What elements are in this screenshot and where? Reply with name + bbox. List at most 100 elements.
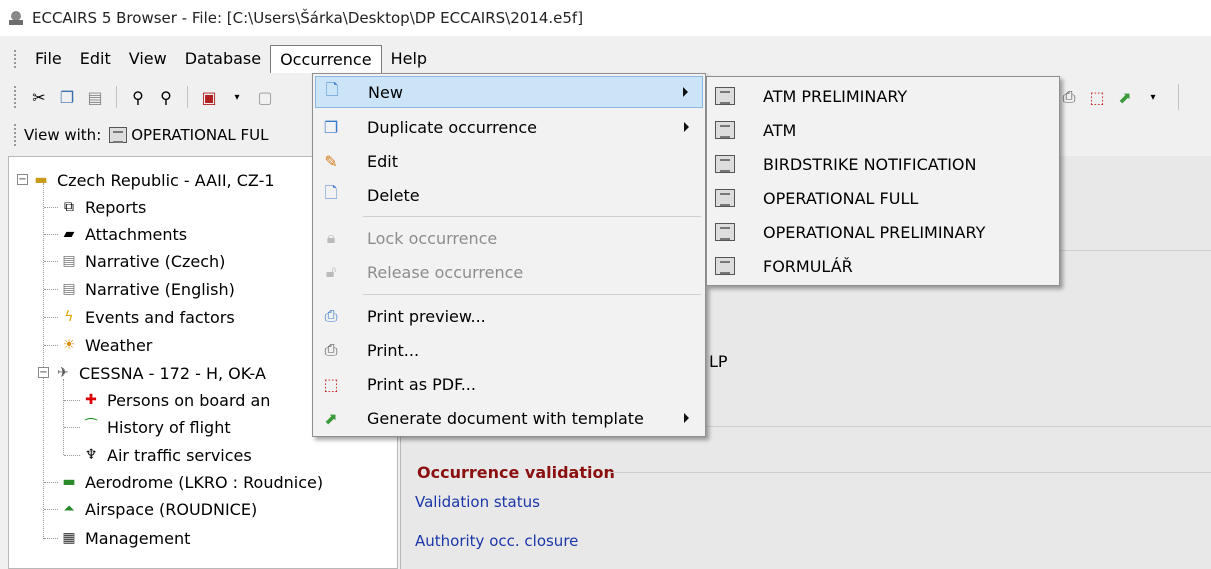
submenu-item-operational-preliminary[interactable]: OPERATIONAL PRELIMINARY xyxy=(709,215,1057,249)
menu-item-print-preview[interactable]: ⎙ Print preview... xyxy=(315,300,703,332)
menu-item-delete[interactable]: 🗋 Delete xyxy=(315,179,703,211)
submenu-item-atm-preliminary[interactable]: ATM PRELIMINARY xyxy=(709,79,1057,113)
tree-item-weather[interactable]: ☀ Weather xyxy=(59,332,153,358)
weather-icon: ☀ xyxy=(62,337,76,353)
toolbar-separator xyxy=(116,86,117,108)
unlock-icon: 🔓︎ xyxy=(325,262,337,281)
menu-occurrence[interactable]: Occurrence xyxy=(270,45,382,73)
detail-fragment: LP xyxy=(709,352,728,371)
taxonomy-view-icon xyxy=(715,257,735,275)
first-aid-icon: ✚ xyxy=(85,392,97,408)
radio-tower-icon: ♆ xyxy=(84,447,98,463)
copy-icon[interactable]: ❐ xyxy=(56,86,78,108)
runway-icon: ▬ xyxy=(62,474,76,490)
menu-item-print-pdf[interactable]: ⬚ Print as PDF... xyxy=(315,368,703,400)
toolbar-right: ⎙ ⬚ ⬈ ▾ xyxy=(1058,80,1179,114)
narrative-icon: ▤ xyxy=(62,253,76,269)
taxonomy-view-icon xyxy=(109,127,128,143)
menubar-grip[interactable] xyxy=(14,50,18,68)
submenu-arrow-icon xyxy=(684,413,689,423)
menu-edit[interactable]: Edit xyxy=(71,45,120,73)
menu-item-duplicate[interactable]: ❐ Duplicate occurrence xyxy=(315,111,703,143)
tree-item-ats[interactable]: ♆ Air traffic services xyxy=(81,442,252,468)
tree-item-airspace[interactable]: ⏶ Airspace (ROUDNICE) xyxy=(59,496,257,522)
narrative-icon: ▤ xyxy=(62,281,76,297)
airspace-icon: ⏶ xyxy=(63,501,75,517)
tree-root[interactable]: ▬ Czech Republic - AAII, CZ-1 xyxy=(31,167,274,193)
tree-item-narrative-czech[interactable]: ▤ Narrative (Czech) xyxy=(59,248,225,274)
menu-item-lock[interactable]: 🔒︎ Lock occurrence xyxy=(315,222,703,254)
paste-icon[interactable]: ▤ xyxy=(84,86,106,108)
reports-icon: ⧉ xyxy=(64,199,74,215)
lightning-icon: ϟ xyxy=(64,309,74,325)
dropdown-arrow-icon[interactable]: ▾ xyxy=(226,86,248,108)
submenu-arrow-icon xyxy=(684,122,689,132)
menu-separator xyxy=(363,294,701,295)
query-icon[interactable]: ▣ xyxy=(198,86,220,108)
view-with-select[interactable]: OPERATIONAL FUL xyxy=(131,126,268,144)
pdf-icon[interactable]: ⬚ xyxy=(1086,86,1108,108)
submenu-item-formular[interactable]: FORMULÁŘ xyxy=(709,249,1057,283)
submenu-item-operational-full[interactable]: OPERATIONAL FULL xyxy=(709,181,1057,215)
pdf-icon: ⬚ xyxy=(323,374,339,394)
new-submenu: ATM PRELIMINARY ATM BIRDSTRIKE NOTIFICAT… xyxy=(706,76,1060,286)
dropdown-arrow-icon[interactable]: ▾ xyxy=(1142,86,1164,108)
menu-help[interactable]: Help xyxy=(382,45,436,73)
tree-item-events[interactable]: ϟ Events and factors xyxy=(59,304,234,330)
window-title: ECCAIRS 5 Browser - File: [C:\Users\Šárk… xyxy=(32,9,584,27)
printer-icon[interactable]: ⎙ xyxy=(1058,86,1080,108)
duplicate-icon: ❐ xyxy=(323,117,339,137)
menu-database[interactable]: Database xyxy=(176,45,270,73)
menu-item-generate-template[interactable]: ⬈ Generate document with template xyxy=(315,402,703,434)
submenu-arrow-icon xyxy=(683,87,688,97)
tree-item-history-flight[interactable]: ⁀ History of flight xyxy=(81,414,230,440)
collapse-icon[interactable]: − xyxy=(17,174,28,185)
view-with-label: View with: xyxy=(24,126,102,144)
management-icon: ▦ xyxy=(62,530,76,546)
menu-view[interactable]: View xyxy=(120,45,176,73)
delete-icon: 🗋 xyxy=(324,182,338,202)
menu-item-release[interactable]: 🔓︎ Release occurrence xyxy=(315,256,703,288)
menu-item-print[interactable]: ⎙ Print... xyxy=(315,334,703,366)
submenu-item-birdstrike[interactable]: BIRDSTRIKE NOTIFICATION xyxy=(709,147,1057,181)
taxonomy-view-icon xyxy=(715,87,735,105)
link-authority-closure[interactable]: Authority occ. closure xyxy=(415,532,578,550)
tree-item-management[interactable]: ▦ Management xyxy=(59,525,190,551)
new-occurrence-icon: 🗋 xyxy=(325,79,339,99)
viewbar-grip[interactable] xyxy=(14,124,18,146)
taxonomy-view-icon xyxy=(715,121,735,139)
taxonomy-view-icon xyxy=(715,223,735,241)
lock-icon: 🔒︎ xyxy=(326,228,336,247)
link-validation-status[interactable]: Validation status xyxy=(415,493,540,511)
title-bar: ECCAIRS 5 Browser - File: [C:\Users\Šárk… xyxy=(0,0,1211,36)
find-icon[interactable]: ⚲ xyxy=(127,86,149,108)
toolbar-separator xyxy=(187,86,188,108)
tree-item-aerodrome[interactable]: ▬ Aerodrome (LKRO : Roudnice) xyxy=(59,469,323,495)
menu-file[interactable]: File xyxy=(26,45,71,73)
tree-item-attachments[interactable]: ▰ Attachments xyxy=(59,221,188,247)
open-icon[interactable]: ▢ xyxy=(254,86,276,108)
tree-item-persons[interactable]: ✚ Persons on board an xyxy=(81,387,270,413)
tree-item-reports[interactable]: ⧉ Reports xyxy=(59,194,146,220)
section-divider xyxy=(611,472,1211,473)
edit-icon: ✎ xyxy=(324,151,338,171)
occurrence-menu: 🗋 New ❐ Duplicate occurrence ✎ Edit 🗋 De… xyxy=(312,73,706,437)
taxonomy-view-icon xyxy=(715,155,735,173)
menu-item-new[interactable]: 🗋 New xyxy=(315,76,703,108)
taxonomy-view-icon xyxy=(715,189,735,207)
template-icon[interactable]: ⬈ xyxy=(1114,86,1136,108)
app-icon xyxy=(8,10,24,26)
flight-path-icon: ⁀ xyxy=(85,419,97,435)
printer-icon: ⎙ xyxy=(324,340,338,359)
toolbar-grip[interactable] xyxy=(14,86,18,108)
menu-bar: File Edit View Database Occurrence Help xyxy=(0,44,1211,74)
toolbar-end xyxy=(1178,84,1179,110)
tree-item-aircraft[interactable]: ✈ CESSNA - 172 - H, OK-A xyxy=(53,360,266,386)
print-preview-icon: ⎙ xyxy=(324,306,338,325)
cut-icon[interactable]: ✂ xyxy=(28,86,50,108)
submenu-item-atm[interactable]: ATM xyxy=(709,113,1057,147)
tree-item-narrative-english[interactable]: ▤ Narrative (English) xyxy=(59,276,234,302)
find-replace-icon[interactable]: ⚲ xyxy=(155,86,177,108)
collapse-icon[interactable]: − xyxy=(38,367,49,378)
menu-item-edit[interactable]: ✎ Edit xyxy=(315,145,703,177)
